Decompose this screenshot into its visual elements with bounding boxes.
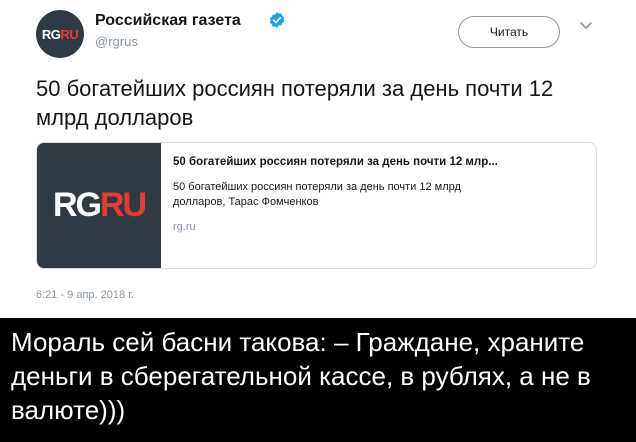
follow-button[interactable]: Читать xyxy=(458,16,560,48)
chevron-down-icon[interactable] xyxy=(578,20,594,32)
verified-badge-icon xyxy=(269,12,285,28)
link-card[interactable]: RGRU 50 богатейших россиян потеряли за д… xyxy=(36,142,597,269)
timestamp[interactable]: 6:21 - 9 апр. 2018 г. xyxy=(36,289,134,301)
avatar-logo: RGRU xyxy=(41,26,79,42)
card-description: 50 богатейших россиян потеряли за день п… xyxy=(173,181,461,208)
author-handle[interactable]: @rgrus xyxy=(95,34,138,49)
card-logo: RGRU xyxy=(52,186,147,224)
avatar[interactable]: RGRU xyxy=(36,10,84,58)
caption-text: Мораль сей басни такова: – Граждане, хра… xyxy=(11,327,591,425)
card-domain: rg.ru xyxy=(173,221,196,233)
tweet: RGRU Российская газета @rgrus Читать 50 … xyxy=(0,0,636,442)
card-title[interactable]: 50 богатейших россиян потеряли за день п… xyxy=(173,156,583,168)
tweet-text: 50 богатейших россиян потеряли за день п… xyxy=(36,76,554,130)
card-image[interactable]: RGRU xyxy=(37,143,161,268)
author-name[interactable]: Российская газета xyxy=(95,12,241,30)
